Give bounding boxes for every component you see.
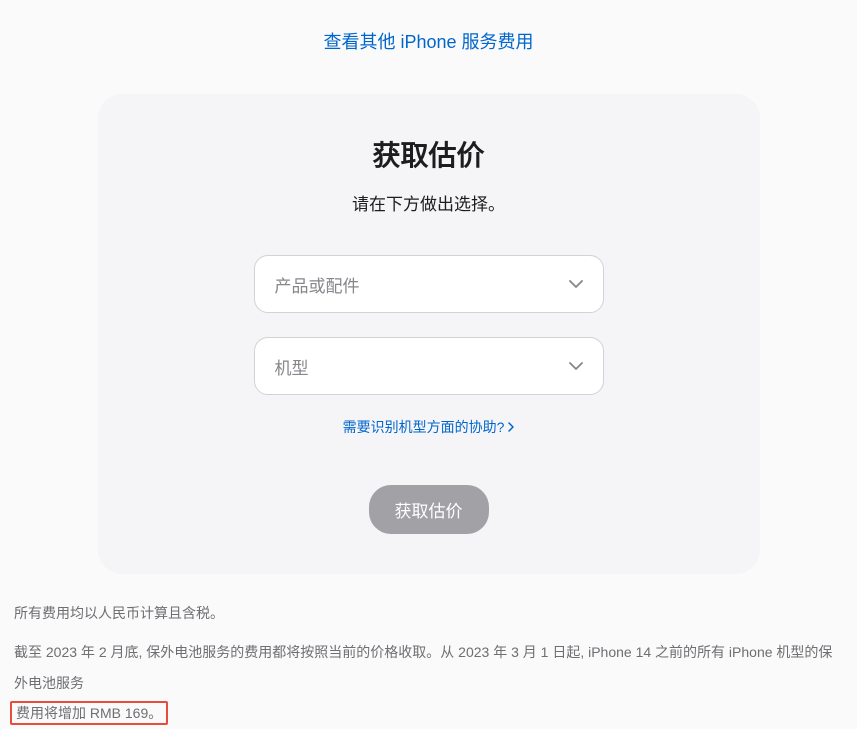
help-identify-model-link[interactable]: 需要识别机型方面的协助? — [343, 417, 515, 437]
top-link-container: 查看其他 iPhone 服务费用 — [0, 0, 857, 74]
other-service-fees-link[interactable]: 查看其他 iPhone 服务费用 — [323, 32, 533, 52]
card-title: 获取估价 — [128, 134, 730, 174]
get-estimate-button[interactable]: 获取估价 — [369, 485, 489, 534]
chevron-down-icon — [569, 277, 583, 291]
help-link-label: 需要识别机型方面的协助? — [343, 417, 505, 437]
product-select-label: 产品或配件 — [275, 272, 360, 297]
card-subtitle: 请在下方做出选择。 — [128, 190, 730, 215]
estimate-card: 获取估价 请在下方做出选择。 产品或配件 机型 需要识别机型方面的协助? 获取估… — [98, 94, 760, 574]
model-select[interactable]: 机型 — [254, 337, 604, 395]
footer-disclaimer: 所有费用均以人民币计算且含税。 截至 2023 年 2 月底, 保外电池服务的费… — [0, 574, 857, 729]
chevron-right-icon — [508, 422, 514, 432]
highlighted-price-note: 费用将增加 RMB 169。 — [10, 701, 168, 725]
model-select-label: 机型 — [275, 354, 309, 379]
chevron-down-icon — [569, 359, 583, 373]
footer-line-1: 所有费用均以人民币计算且含税。 — [14, 598, 843, 629]
footer-line-2-text: 截至 2023 年 2 月底, 保外电池服务的费用都将按照当前的价格收取。从 2… — [14, 644, 832, 691]
footer-line-2: 截至 2023 年 2 月底, 保外电池服务的费用都将按照当前的价格收取。从 2… — [14, 637, 843, 729]
product-select[interactable]: 产品或配件 — [254, 255, 604, 313]
